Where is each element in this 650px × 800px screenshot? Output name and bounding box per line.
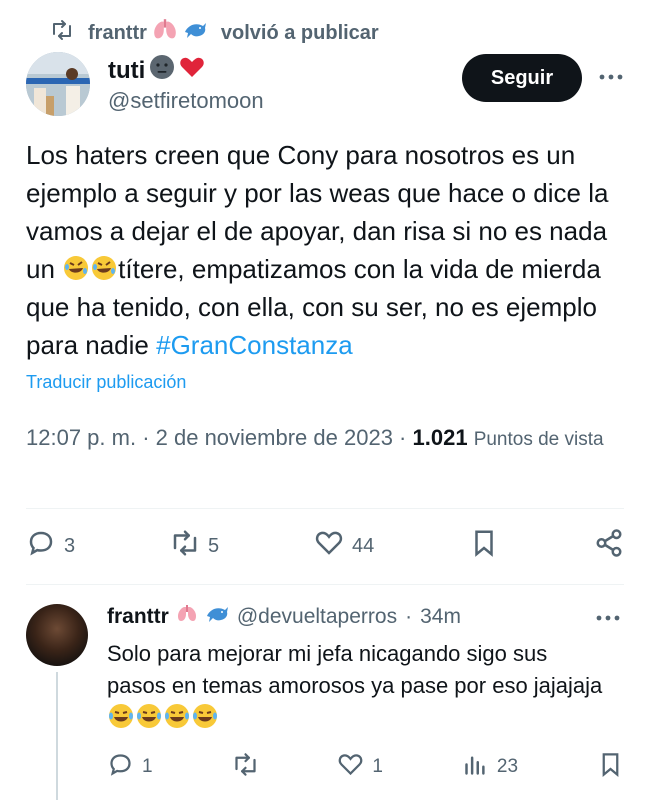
rofl-emoji-icon xyxy=(62,254,90,284)
red-heart-emoji-icon xyxy=(179,54,205,87)
crying-laughing-emoji-icon xyxy=(191,704,219,731)
bookmark-icon xyxy=(469,528,499,564)
rofl-emoji-icon xyxy=(90,254,118,284)
tweet-actions: 3 5 44 xyxy=(26,528,624,564)
bookmark-icon xyxy=(597,751,624,784)
author-name-line[interactable]: tuti xyxy=(108,54,205,87)
crying-laughing-emoji-icon xyxy=(107,704,135,731)
hashtag-link[interactable]: #GranConstanza xyxy=(156,330,353,360)
repost-icon xyxy=(232,751,259,784)
tweet-meta: 12:07 p. m. · 2 de noviembre de 2023 · 1… xyxy=(26,425,604,450)
repost-count: 5 xyxy=(208,534,220,557)
repost-icon xyxy=(170,528,200,564)
reply-reply-button[interactable]: 1 xyxy=(107,751,153,784)
author-name: tuti xyxy=(108,56,146,84)
bookmark-button[interactable] xyxy=(469,528,499,564)
views-label: Puntos de vista xyxy=(473,429,604,450)
reply-age[interactable]: 34m xyxy=(420,605,461,629)
tweet-time[interactable]: 12:07 p. m. xyxy=(26,425,136,450)
lungs-emoji-icon xyxy=(153,18,177,48)
reply-avatar[interactable] xyxy=(26,604,88,666)
author-avatar[interactable] xyxy=(26,52,90,116)
reply-header: franttr @devueltaperros · 34m xyxy=(107,604,461,630)
dolphin-emoji-icon xyxy=(183,18,207,48)
reply-count: 3 xyxy=(64,534,76,557)
author-handle[interactable]: @setfiretomoon xyxy=(108,88,264,114)
reply-tweet[interactable]: franttr @devueltaperros · 34m Solo para … xyxy=(0,586,650,800)
translate-link[interactable]: Traducir publicación xyxy=(26,372,186,393)
heart-icon xyxy=(314,528,344,564)
share-button[interactable] xyxy=(594,528,624,564)
like-count: 44 xyxy=(352,534,375,557)
reply-text: Solo para mejorar mi jefa nicagando sigo… xyxy=(107,638,607,735)
reply-text-content: Solo para mejorar mi jefa nicagando sigo… xyxy=(107,641,603,698)
tweet-header: tuti @setfiretomoon Seguir xyxy=(26,52,624,122)
thread-line xyxy=(56,672,58,800)
reply-actions: 1 1 23 xyxy=(107,752,624,782)
reply-author-handle[interactable]: @devueltaperros xyxy=(237,605,397,629)
reply-button[interactable]: 3 xyxy=(26,528,75,564)
reply-like-button[interactable]: 1 xyxy=(337,751,383,784)
share-icon xyxy=(594,528,624,564)
reply-reply-count: 1 xyxy=(142,756,153,777)
repost-button[interactable]: 5 xyxy=(170,528,219,564)
tweet-date[interactable]: 2 de noviembre de 2023 xyxy=(156,425,393,450)
heart-icon xyxy=(337,751,364,784)
divider xyxy=(26,508,624,509)
repost-label: volvió a publicar xyxy=(220,21,379,44)
divider xyxy=(26,584,624,585)
neutral-face-emoji-icon xyxy=(149,54,175,87)
reply-views-count: 23 xyxy=(496,756,519,777)
lungs-emoji-icon xyxy=(177,604,197,630)
reply-icon xyxy=(107,751,134,784)
views-count: 1.021 xyxy=(412,425,468,450)
analytics-icon xyxy=(462,751,489,784)
reply-more-options-icon[interactable] xyxy=(596,608,620,626)
more-options-icon[interactable] xyxy=(596,62,626,92)
like-button[interactable]: 44 xyxy=(314,528,374,564)
repost-icon xyxy=(50,18,74,48)
tweet-text: Los haters creen que Cony para nosotros … xyxy=(26,136,626,364)
reposter-name: franttr xyxy=(88,21,147,44)
crying-laughing-emoji-icon xyxy=(163,704,191,731)
crying-laughing-emoji-icon xyxy=(135,704,163,731)
reply-views-button[interactable]: 23 xyxy=(462,751,518,784)
dolphin-emoji-icon xyxy=(205,604,229,630)
repost-indicator[interactable]: franttr volvió a publicar xyxy=(50,18,379,48)
reply-author-name[interactable]: franttr xyxy=(107,605,169,629)
reply-like-count: 1 xyxy=(372,756,383,777)
follow-button[interactable]: Seguir xyxy=(462,54,582,102)
reply-icon xyxy=(26,528,56,564)
reply-bookmark-button[interactable] xyxy=(597,751,624,784)
reply-repost-button[interactable] xyxy=(232,751,259,784)
